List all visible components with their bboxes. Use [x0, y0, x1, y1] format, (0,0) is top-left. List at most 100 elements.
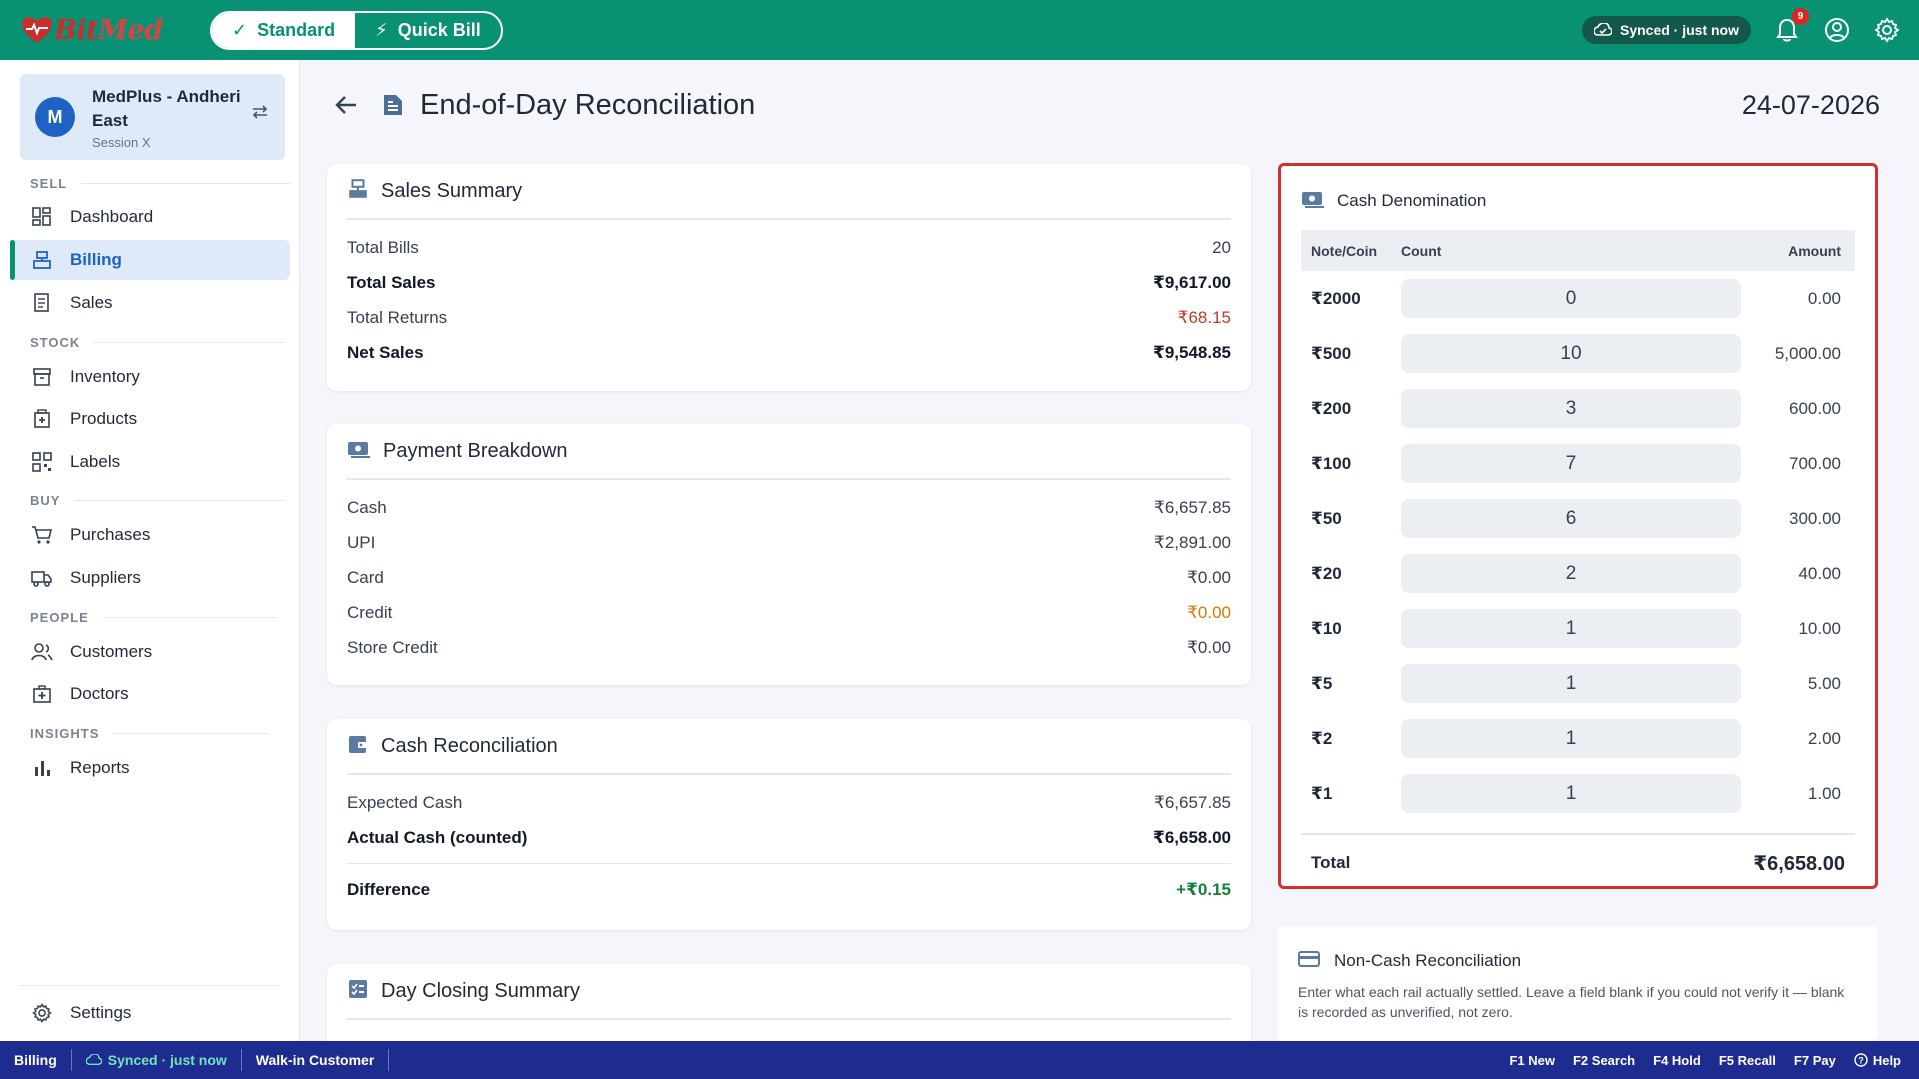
cash-reconciliation-title: Cash Reconciliation	[381, 734, 558, 757]
denomination-row: ₹2000 0 0.00	[1301, 271, 1855, 326]
total-value: ₹6,658.00	[1753, 852, 1845, 875]
sidebar-item-billing[interactable]: Billing	[10, 240, 290, 280]
nav-section-sell: SELL	[30, 176, 292, 191]
sidebar-item-label: Inventory	[70, 367, 140, 386]
keyboard-shortcuts: F1 New F2 Search F4 Hold F5 Recall F7 Pa…	[1509, 1053, 1901, 1068]
note-coin-column-header: Note/Coin	[1311, 242, 1378, 259]
account-button[interactable]	[1823, 16, 1851, 44]
document-icon	[382, 93, 404, 117]
bitmed-logo[interactable]: BitMed	[20, 15, 170, 46]
day-closing-summary-card: Day Closing Summary	[327, 964, 1251, 1041]
nav-section-insights: INSIGHTS	[30, 726, 269, 741]
denomination-row: ₹10 1 10.00	[1301, 601, 1855, 656]
cash-register-icon	[347, 178, 369, 205]
shortcut-new[interactable]: F1 New	[1509, 1053, 1555, 1068]
sidebar-item-label: Dashboard	[70, 207, 154, 226]
denomination-row: ₹200 3 600.00	[1301, 381, 1855, 436]
store-credit-payment-row: Store Credit ₹0.00	[347, 637, 1231, 657]
receipt-icon	[30, 291, 54, 315]
net-sales-row: Net Sales ₹9,548.85	[347, 342, 1231, 362]
sidebar-item-purchases[interactable]: Purchases	[10, 515, 290, 555]
standard-mode-label: Standard	[257, 19, 336, 40]
sidebar-item-dashboard[interactable]: Dashboard	[10, 197, 290, 237]
denomination-count-input[interactable]: 1	[1401, 774, 1741, 813]
amount-column-header: Amount	[1788, 242, 1841, 259]
denomination-count-input[interactable]: 6	[1401, 499, 1741, 538]
people-icon	[30, 640, 54, 664]
denomination-row: ₹5 1 5.00	[1301, 656, 1855, 711]
denomination-rows: ₹2000 0 0.00 ₹500 10 5,000.00 ₹200 3 600.00 ₹1…	[1301, 271, 1855, 821]
top-right-actions: Synced · just now 9	[1581, 0, 1901, 60]
sidebar-item-label: Customers	[70, 642, 153, 661]
denomination-count-input[interactable]: 1	[1401, 609, 1741, 648]
sync-status-pill[interactable]: Synced · just now	[1581, 16, 1751, 44]
cash-denomination-card: Cash Denomination Note/Coin Count Amount…	[1278, 163, 1878, 889]
settings-button[interactable]	[1873, 16, 1901, 44]
quick-bill-mode-button[interactable]: ⚡ Quick Bill	[355, 13, 501, 48]
sidebar-item-reports[interactable]: Reports	[10, 748, 290, 788]
denomination-count-input[interactable]: 1	[1401, 664, 1741, 703]
shortcut-search[interactable]: F2 Search	[1573, 1053, 1635, 1068]
total-sales-row: Total Sales ₹9,617.00	[347, 272, 1231, 292]
store-switcher[interactable]: M MedPlus - Andheri East Session X	[20, 74, 285, 160]
sidebar-item-label: Suppliers	[70, 568, 141, 587]
sidebar-item-doctors[interactable]: Doctors	[10, 674, 290, 714]
card-payment-row: Card ₹0.00	[347, 567, 1231, 587]
inventory-box-icon	[30, 365, 54, 389]
sidebar-item-customers[interactable]: Customers	[10, 632, 290, 672]
back-arrow-icon[interactable]	[334, 94, 358, 116]
shopping-cart-icon	[30, 523, 54, 547]
payment-breakdown-card: Payment Breakdown Cash ₹6,657.85 UPI ₹2,89…	[327, 424, 1251, 685]
heart-logo-icon	[22, 17, 52, 43]
sidebar-item-labels[interactable]: Labels	[10, 442, 290, 482]
denomination-row: ₹50 6 300.00	[1301, 491, 1855, 546]
total-label: Total	[1311, 853, 1351, 872]
sidebar-item-products[interactable]: Products	[10, 399, 290, 439]
credit-payment-row: Credit ₹0.00	[347, 602, 1231, 622]
sidebar-item-suppliers[interactable]: Suppliers	[10, 558, 290, 598]
denomination-count-input[interactable]: 7	[1401, 444, 1741, 483]
nav-section-buy: BUY	[30, 493, 285, 508]
cloud-sync-icon	[1593, 23, 1612, 36]
sidebar-item-inventory[interactable]: Inventory	[10, 357, 290, 397]
shortcut-recall[interactable]: F5 Recall	[1719, 1053, 1776, 1068]
sidebar-item-label: Reports	[70, 758, 130, 777]
shortcut-hold[interactable]: F4 Hold	[1653, 1053, 1701, 1068]
sidebar-item-sales[interactable]: Sales	[10, 283, 290, 323]
sidebar-item-label: Sales	[70, 293, 113, 312]
denomination-count-input[interactable]: 0	[1401, 279, 1741, 318]
upi-payment-row: UPI ₹2,891.00	[347, 532, 1231, 552]
shortcut-pay[interactable]: F7 Pay	[1794, 1053, 1836, 1068]
sidebar-item-label: Billing	[70, 250, 122, 269]
total-bills-row: Total Bills 20	[347, 237, 1231, 257]
help-link[interactable]: ? Help	[1854, 1053, 1901, 1068]
denomination-row: ₹20 2 40.00	[1301, 546, 1855, 601]
divider	[347, 863, 1231, 864]
notifications-button[interactable]: 9	[1773, 8, 1809, 44]
credit-card-icon	[1298, 950, 1320, 973]
swap-icon[interactable]	[251, 104, 269, 125]
standard-mode-button[interactable]: ✓ Standard	[212, 12, 356, 48]
store-avatar: M	[35, 97, 75, 137]
sidebar-item-label: Purchases	[70, 525, 151, 544]
sidebar-item-settings[interactable]: Settings	[10, 993, 290, 1033]
top-bar: BitMed ✓ Standard ⚡ Quick Bill Synced · …	[0, 0, 1919, 60]
nav-section-stock: STOCK	[30, 335, 285, 350]
sidebar-item-label: Settings	[70, 1003, 132, 1022]
page-title: End-of-Day Reconciliation	[420, 88, 756, 121]
denomination-count-input[interactable]: 10	[1401, 334, 1741, 373]
denomination-count-input[interactable]: 1	[1401, 719, 1741, 758]
check-icon: ✓	[232, 19, 248, 40]
notification-count-badge: 9	[1792, 8, 1809, 25]
nav-section-people: PEOPLE	[30, 610, 278, 625]
cash-register-icon	[30, 248, 54, 272]
denomination-count-input[interactable]: 2	[1401, 554, 1741, 593]
total-returns-row: Total Returns ₹68.15	[347, 307, 1231, 327]
sales-summary-card: Sales Summary Total Bills 20 Total Sales ₹…	[327, 164, 1251, 391]
gear-icon	[30, 1001, 54, 1025]
money-icon	[1301, 189, 1325, 214]
actual-cash-row: Actual Cash (counted) ₹6,658.00	[347, 827, 1231, 847]
money-icon	[347, 439, 371, 464]
denomination-count-input[interactable]: 3	[1401, 389, 1741, 428]
svg-text:?: ?	[1858, 1056, 1864, 1066]
